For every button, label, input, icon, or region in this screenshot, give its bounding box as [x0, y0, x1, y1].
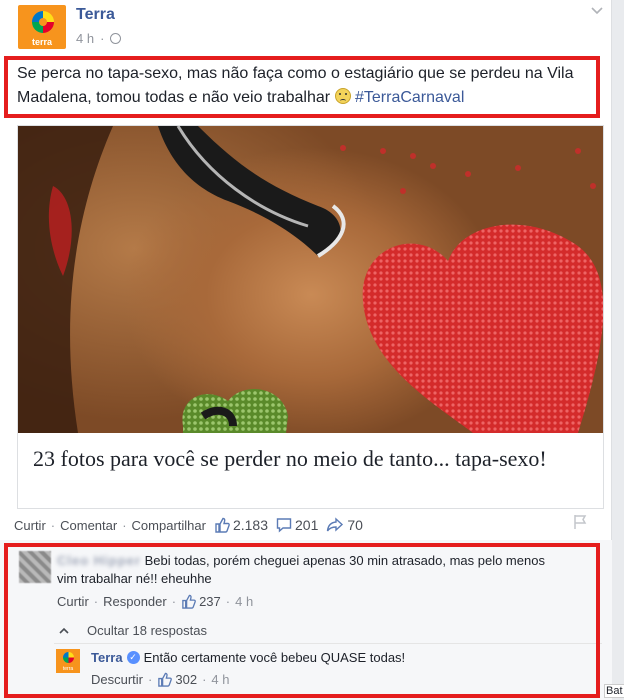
post-time[interactable]: 4 h [76, 31, 94, 46]
link-preview[interactable]: 23 fotos para você se perder no meio de … [17, 125, 604, 509]
post-card: terra Terra 4 h · Se perca no tapa-sexo,… [0, 0, 612, 700]
edge-chat-tab[interactable]: Bat [604, 684, 624, 698]
share-arrow-icon [327, 517, 344, 532]
speech-bubble-icon [276, 518, 292, 533]
post-actions: Curtir · Comentar · Compartilhar 2.183 2… [14, 517, 363, 533]
link-title[interactable]: 23 fotos para você se perder no meio de … [33, 444, 588, 473]
terra-logo-icon [32, 11, 54, 33]
like-button[interactable]: Curtir [14, 518, 46, 533]
hashtag-link[interactable]: #TerraCarnaval [355, 89, 464, 106]
likes-stat[interactable]: 2.183 [214, 517, 268, 533]
page-avatar[interactable]: terra [18, 5, 66, 49]
globe-icon[interactable] [110, 33, 122, 44]
share-button[interactable]: Compartilhar [132, 518, 206, 533]
logo-text: terra [31, 37, 52, 47]
highlight-box-comments [4, 543, 600, 698]
thumbs-up-icon [215, 517, 230, 533]
link-image[interactable] [18, 126, 603, 433]
comment-button[interactable]: Comentar [60, 518, 117, 533]
post-text: Se perca no tapa-sexo, mas não faça como… [17, 62, 597, 110]
post-text-main: Se perca no tapa-sexo, mas não faça como… [17, 65, 574, 106]
shares-stat[interactable]: 70 [326, 517, 363, 533]
comments-stat[interactable]: 201 [276, 517, 318, 533]
shares-count: 70 [347, 517, 363, 533]
chevron-down-icon[interactable] [590, 4, 604, 18]
frown-emoji-icon [334, 88, 351, 104]
page-name[interactable]: Terra [76, 6, 115, 24]
likes-count: 2.183 [232, 517, 269, 533]
comments-count: 201 [295, 517, 319, 533]
flag-icon[interactable] [572, 514, 588, 530]
post-meta: 4 h · [76, 31, 122, 46]
